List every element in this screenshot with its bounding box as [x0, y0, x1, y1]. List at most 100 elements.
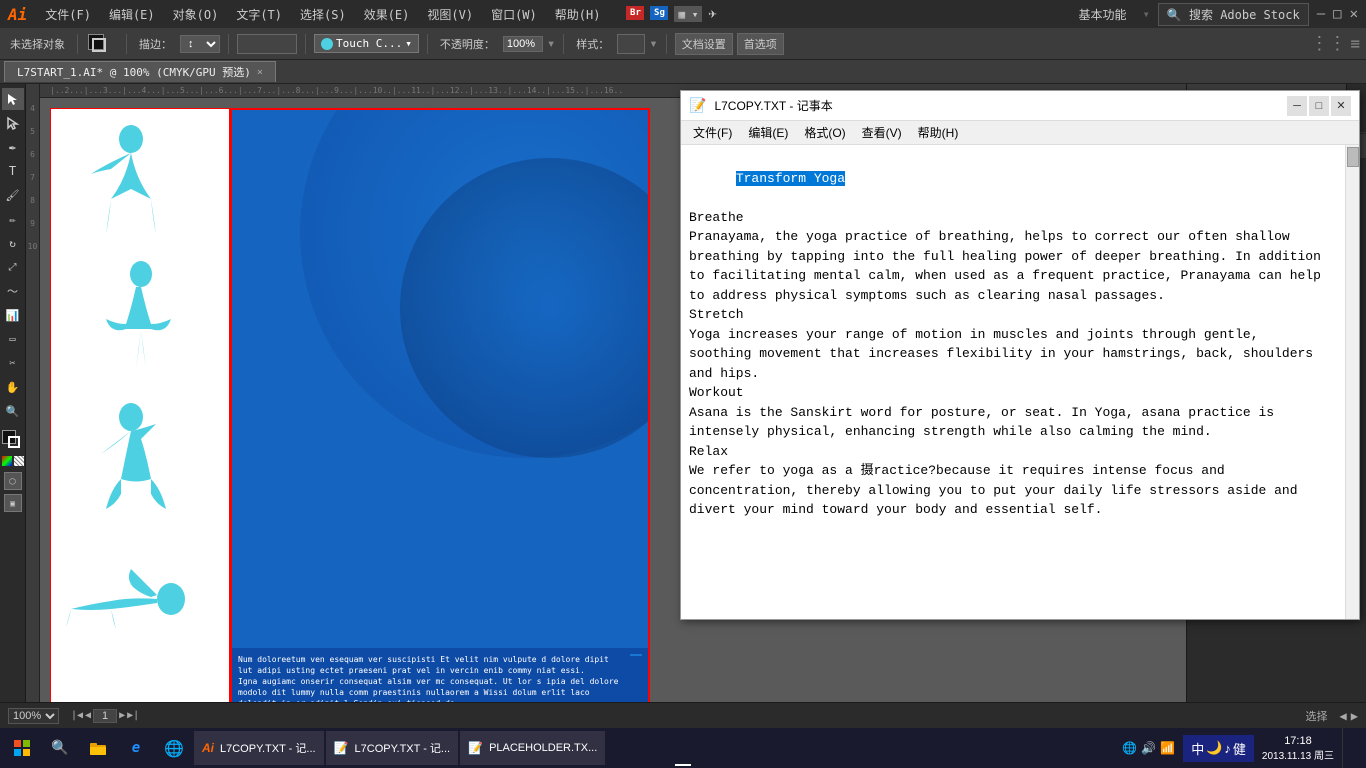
view-mode[interactable]: ▦ ▾ [674, 6, 702, 22]
warp-tool[interactable]: 〜 [2, 280, 24, 302]
document-tab[interactable]: L7START_1.AI* @ 100% (CMYK/GPU 预选) × [4, 61, 276, 82]
artboard-tool[interactable]: ▭ [2, 328, 24, 350]
menu-text[interactable]: 文字(T) [228, 4, 290, 25]
next-page-button[interactable]: ▶ [119, 710, 125, 721]
opacity-input[interactable] [503, 36, 543, 52]
illustrator-taskbar-app[interactable]: Ai L7COPY.TXT - 记... [194, 731, 324, 765]
ruler-left: 4 5 6 7 8 9 10 [26, 84, 40, 728]
placeholder-taskbar-label: PLACEHOLDER.TX... [489, 742, 597, 754]
direct-select-tool[interactable] [2, 112, 24, 134]
column-graph-tool[interactable]: 📊 [2, 304, 24, 326]
color-indicator [237, 34, 297, 54]
notepad-minimize-button[interactable]: ─ [1287, 96, 1307, 116]
sound-icon[interactable]: 🔊 [1141, 741, 1156, 755]
select-tool[interactable] [2, 88, 24, 110]
tab-bar: L7START_1.AI* @ 100% (CMYK/GPU 预选) × [0, 60, 1366, 84]
touch-dropdown-icon: ▾ [405, 37, 412, 50]
first-page-button[interactable]: |◀ [71, 710, 83, 721]
kuler-icon[interactable]: ✈ [708, 6, 716, 22]
ime-display[interactable]: 中 🌙 ♪ 健 [1183, 735, 1254, 762]
minimize-btn[interactable]: — [1317, 6, 1325, 22]
search-button[interactable]: 🔍 [42, 730, 78, 766]
fill-stroke-indicator[interactable] [2, 430, 24, 452]
hand-tool[interactable]: ✋ [2, 376, 24, 398]
page-input[interactable] [93, 709, 117, 723]
yoga-figure-1 [71, 119, 191, 249]
close-btn[interactable]: ✕ [1350, 6, 1358, 22]
pen-tool[interactable]: ✒ [2, 136, 24, 158]
rotate-tool[interactable]: ↻ [2, 232, 24, 254]
screen-mode-btn[interactable]: ▣ [4, 494, 22, 512]
menu-edit[interactable]: 编辑(E) [101, 4, 163, 25]
artboard-prev[interactable]: ◀ [1340, 709, 1347, 723]
brush-tool[interactable]: 🖌 [2, 184, 24, 206]
color-boxes[interactable] [86, 32, 114, 56]
notepad-text-area[interactable]: Transform Yoga Breathe Pranayama, the yo… [681, 145, 1345, 619]
zoom-tool[interactable]: 🔍 [2, 400, 24, 422]
file-explorer-button[interactable] [80, 730, 116, 766]
zoom-control[interactable]: 100% [8, 708, 59, 724]
menu-view[interactable]: 视图(V) [419, 4, 481, 25]
np-menu-format[interactable]: 格式(O) [796, 122, 853, 143]
blob-brush-tool[interactable]: ✏ [2, 208, 24, 230]
text-tool[interactable]: T [2, 160, 24, 182]
preferences-button[interactable]: 首选项 [737, 33, 784, 55]
prev-page-button[interactable]: ◀ [85, 710, 91, 721]
arrange-icon[interactable]: ⋮⋮ [1310, 33, 1346, 54]
ie-button[interactable]: e [118, 730, 154, 766]
placeholder-taskbar-app[interactable]: 📝 PLACEHOLDER.TX... [460, 731, 605, 765]
browser-button[interactable]: 🌐 [156, 730, 192, 766]
np-menu-edit[interactable]: 编辑(E) [740, 122, 796, 143]
notepad-close-button[interactable]: ✕ [1331, 96, 1351, 116]
last-page-button[interactable]: ▶| [127, 710, 139, 721]
zoom-select[interactable]: 100% [8, 708, 59, 724]
menu-select[interactable]: 选择(S) [292, 4, 354, 25]
notepad-window: 📝 L7COPY.TXT - 记事本 ─ □ ✕ 文件(F) 编辑(E) 格式(… [680, 90, 1360, 620]
menu-object[interactable]: 对象(O) [165, 4, 227, 25]
notepad-maximize-button[interactable]: □ [1309, 96, 1329, 116]
text-handle[interactable] [630, 654, 642, 656]
scrollbar-thumb[interactable] [1347, 147, 1359, 167]
artboard-right-panel: Num doloreetum ven esequam ver suscipist… [230, 108, 650, 728]
menu-help[interactable]: 帮助(H) [547, 4, 609, 25]
show-desktop-button[interactable] [1342, 728, 1362, 768]
search-icon: 🔍 [1167, 8, 1182, 22]
draw-mode-btn[interactable]: ⬡ [4, 472, 22, 490]
network-icon[interactable]: 🌐 [1122, 741, 1137, 755]
np-menu-view[interactable]: 查看(V) [854, 122, 910, 143]
artboard-next[interactable]: ▶ [1351, 709, 1358, 723]
style-box[interactable] [617, 34, 645, 54]
tab-close-button[interactable]: × [257, 67, 263, 78]
placeholder-taskbar-icon: 📝 [468, 741, 483, 755]
np-menu-help[interactable]: 帮助(H) [910, 122, 967, 143]
start-button[interactable] [4, 730, 40, 766]
panel-toggle-icon[interactable]: ≡ [1350, 34, 1360, 53]
menu-effect[interactable]: 效果(E) [356, 4, 418, 25]
stroke-box[interactable] [8, 436, 20, 448]
opacity-dropdown-icon[interactable]: ▾ [547, 36, 555, 52]
style-dropdown-icon[interactable]: ▾ [649, 36, 657, 52]
stock-search[interactable]: 🔍 搜索 Adobe Stock [1158, 3, 1309, 26]
none-icon[interactable] [14, 456, 24, 466]
divider-6 [563, 34, 564, 54]
wifi-icon[interactable]: 📶 [1160, 741, 1175, 755]
menu-window[interactable]: 窗口(W) [483, 4, 545, 25]
maximize-btn[interactable]: □ [1333, 6, 1341, 22]
br-icon: Br [626, 6, 644, 20]
np-menu-file[interactable]: 文件(F) [685, 122, 740, 143]
notepad-taskbar-app[interactable]: 📝 L7COPY.TXT - 记... [326, 731, 459, 765]
time-display: 17:18 [1262, 735, 1334, 747]
tab-label: L7START_1.AI* @ 100% (CMYK/GPU 预选) [17, 64, 251, 80]
stroke-color[interactable] [92, 38, 106, 52]
stroke-dropdown[interactable]: ↕ [180, 35, 220, 53]
notepad-scrollbar[interactable] [1345, 145, 1359, 619]
menu-file[interactable]: 文件(F) [37, 4, 99, 25]
workspace-selector[interactable]: 基本功能 [1071, 4, 1135, 25]
doc-settings-button[interactable]: 文档设置 [675, 33, 733, 55]
slice-tool[interactable]: ✂ [2, 352, 24, 374]
gradient-icon[interactable] [2, 456, 12, 466]
scale-tool[interactable]: ⤢ [2, 256, 24, 278]
touch-label: Touch C... [336, 37, 402, 50]
artboard-nav: ◀ ▶ [1340, 709, 1358, 723]
touch-button[interactable]: Touch C... ▾ [314, 34, 419, 53]
